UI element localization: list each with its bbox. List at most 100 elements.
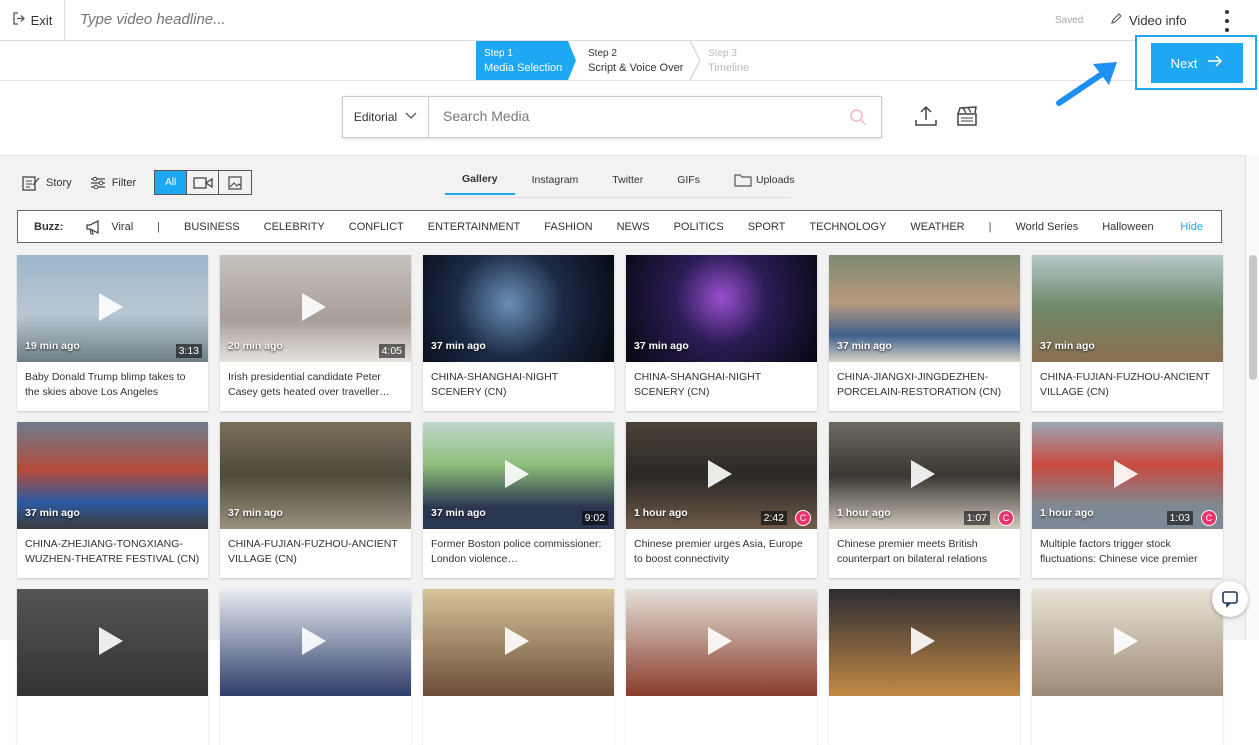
media-card[interactable] [626, 589, 817, 745]
media-card[interactable] [829, 589, 1020, 745]
upload-icon[interactable] [914, 104, 938, 128]
media-card[interactable]: 20 min ago 4:05 Irish presidential candida… [220, 255, 411, 411]
media-age: 1 hour ago [837, 507, 891, 519]
media-thumbnail[interactable]: 37 min ago [423, 255, 614, 362]
play-icon[interactable] [505, 460, 529, 488]
media-thumbnail[interactable]: 1 hour ago 1:07 C [829, 422, 1020, 529]
media-age: 1 hour ago [634, 507, 688, 519]
media-card[interactable]: 37 min ago 9:02 Former Boston police commi… [423, 422, 614, 578]
next-button[interactable]: Next [1151, 43, 1243, 83]
media-title: CHINA-ZHEJIANG-TONGXIANG-WUZHEN-THEATRE … [25, 538, 200, 565]
media-card[interactable]: 1 hour ago 1:03 C Multiple factors trigger … [1032, 422, 1223, 578]
buzz-category-business[interactable]: BUSINESS [184, 221, 240, 233]
play-icon[interactable] [99, 293, 123, 321]
buzz-category-conflict[interactable]: CONFLICT [349, 221, 404, 233]
chat-button[interactable] [1212, 581, 1248, 617]
search-icon[interactable] [849, 108, 867, 126]
clapperboard-icon[interactable] [956, 105, 978, 127]
type-all-button[interactable]: All [155, 171, 188, 194]
filter-icon [90, 176, 105, 189]
play-icon[interactable] [302, 627, 326, 655]
media-duration: 9:02 [581, 511, 608, 525]
type-image-button[interactable] [219, 171, 251, 194]
media-card[interactable]: 37 min ago CHINA-FUJIAN-FUZHOU-ANCIENT VI… [1032, 255, 1223, 411]
play-icon[interactable] [1114, 460, 1138, 488]
buzz-category-weather[interactable]: WEATHER [910, 221, 964, 233]
tab-gallery[interactable]: Gallery [445, 168, 515, 195]
media-thumbnail[interactable]: 37 min ago [220, 422, 411, 529]
media-card[interactable] [220, 589, 411, 745]
media-card[interactable]: 37 min ago CHINA-SHANGHAI-NIGHT SCENERY (… [423, 255, 614, 411]
play-icon[interactable] [708, 460, 732, 488]
play-icon[interactable] [505, 627, 529, 655]
media-card[interactable] [17, 589, 208, 745]
more-vertical-icon[interactable] [1220, 10, 1234, 32]
buzz-category-news[interactable]: NEWS [617, 221, 650, 233]
step-media-selection[interactable]: Step 1 Media Selection [476, 41, 576, 80]
buzz-category-celebrity[interactable]: CELEBRITY [264, 221, 325, 233]
media-duration: 3:13 [175, 344, 202, 358]
media-thumbnail[interactable]: 1 hour ago 1:03 C [1032, 422, 1223, 529]
type-video-button[interactable] [187, 171, 220, 194]
step-script-voice-over[interactable]: Step 2 Script & Voice Over [582, 41, 694, 80]
media-card[interactable]: 37 min ago CHINA-ZHEJIANG-TONGXIANG-WUZHE… [17, 422, 208, 578]
buzz-hide-button[interactable]: Hide [1180, 221, 1203, 233]
buzz-trend-world-series[interactable]: World Series [1015, 221, 1078, 233]
exit-button[interactable]: Exit [0, 0, 65, 40]
source-select[interactable]: Editorial [343, 97, 429, 137]
media-card[interactable]: 1 hour ago 1:07 C Chinese premier meets Bri… [829, 422, 1020, 578]
media-card[interactable] [1032, 589, 1223, 745]
filter-button[interactable]: Filter [90, 176, 136, 190]
media-thumbnail[interactable]: 37 min ago [626, 255, 817, 362]
tab-instagram[interactable]: Instagram [515, 168, 596, 195]
source-badge: C [1201, 510, 1217, 526]
media-card[interactable]: 37 min ago CHINA-JIANGXI-JINGDEZHEN-PORCE… [829, 255, 1020, 411]
tabs-divider [445, 197, 790, 198]
media-thumbnail[interactable]: 37 min ago [1032, 255, 1223, 362]
media-thumbnail[interactable]: 37 min ago [17, 422, 208, 529]
buzz-category-entertainment[interactable]: ENTERTAINMENT [428, 221, 521, 233]
media-card[interactable]: 37 min ago CHINA-FUJIAN-FUZHOU-ANCIENT VI… [220, 422, 411, 578]
play-icon[interactable] [911, 627, 935, 655]
search-input[interactable] [443, 108, 843, 124]
media-toolbar: Story Filter All [22, 170, 253, 195]
tab-twitter[interactable]: Twitter [595, 168, 660, 195]
buzz-separator: | [157, 220, 160, 233]
media-thumbnail[interactable]: 37 min ago [829, 255, 1020, 362]
chat-icon [1222, 591, 1238, 608]
tab-gifs[interactable]: GIFs [660, 168, 717, 195]
buzz-category-fashion[interactable]: FASHION [544, 221, 592, 233]
play-icon[interactable] [302, 293, 326, 321]
video-info-button[interactable]: Video info [1110, 12, 1187, 28]
buzz-trend-halloween[interactable]: Halloween [1102, 221, 1153, 233]
media-thumbnail[interactable] [626, 589, 817, 696]
buzz-category-politics[interactable]: POLITICS [674, 221, 724, 233]
media-thumbnail[interactable] [220, 589, 411, 696]
video-headline-input[interactable] [80, 11, 680, 28]
scrollbar-thumb[interactable] [1249, 255, 1257, 380]
media-age: 37 min ago [1040, 340, 1095, 352]
media-thumbnail[interactable] [829, 589, 1020, 696]
media-thumbnail[interactable] [17, 589, 208, 696]
media-card[interactable]: 19 min ago 3:13 Baby Donald Trump blimp ta… [17, 255, 208, 411]
buzz-category-technology[interactable]: TECHNOLOGY [809, 221, 886, 233]
story-button[interactable]: Story [22, 175, 72, 191]
media-thumbnail[interactable]: 20 min ago 4:05 [220, 255, 411, 362]
media-thumbnail[interactable] [1032, 589, 1223, 696]
scrollbar[interactable] [1245, 155, 1259, 640]
media-title: CHINA-JIANGXI-JINGDEZHEN-PORCELAIN-RESTO… [837, 371, 1002, 398]
media-card[interactable]: 37 min ago CHINA-SHANGHAI-NIGHT SCENERY (… [626, 255, 817, 411]
play-icon[interactable] [911, 460, 935, 488]
buzz-category-sport[interactable]: SPORT [748, 221, 786, 233]
play-icon[interactable] [1114, 627, 1138, 655]
tab-uploads[interactable]: Uploads [717, 168, 812, 195]
media-thumbnail[interactable]: 19 min ago 3:13 [17, 255, 208, 362]
play-icon[interactable] [708, 627, 732, 655]
media-card[interactable] [423, 589, 614, 745]
media-thumbnail[interactable]: 37 min ago 9:02 [423, 422, 614, 529]
play-icon[interactable] [99, 627, 123, 655]
media-card[interactable]: 1 hour ago 2:42 C Chinese premier urges Asi… [626, 422, 817, 578]
buzz-viral[interactable]: Viral [85, 219, 133, 235]
media-thumbnail[interactable]: 1 hour ago 2:42 C [626, 422, 817, 529]
media-thumbnail[interactable] [423, 589, 614, 696]
